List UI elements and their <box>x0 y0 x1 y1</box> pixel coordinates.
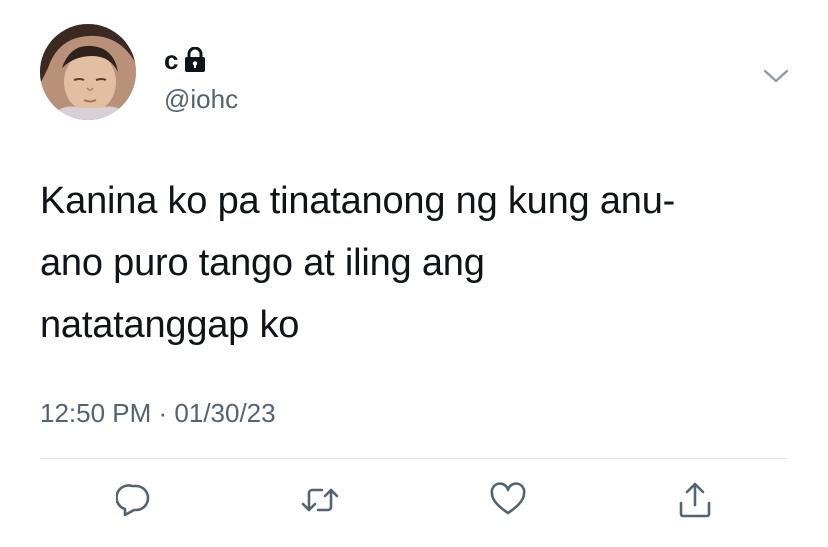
reply-button[interactable] <box>112 478 156 522</box>
divider <box>40 458 788 459</box>
display-name[interactable]: c <box>164 46 178 74</box>
retweet-icon <box>301 488 339 512</box>
avatar-image <box>40 24 136 120</box>
share-upload-icon <box>679 482 711 518</box>
heart-icon <box>490 482 526 515</box>
tweet-text-line: natatanggap ko <box>40 304 300 346</box>
tweet-text: Kanina ko pa tinatanong ng kung anu- ano… <box>40 170 800 356</box>
lock-icon <box>184 46 206 73</box>
like-button[interactable] <box>486 478 530 522</box>
more-options-chevron-down-icon[interactable] <box>762 66 790 86</box>
avatar[interactable] <box>40 24 136 120</box>
retweet-button[interactable] <box>298 478 342 522</box>
share-button[interactable] <box>673 478 717 522</box>
user-handle[interactable]: @iohc <box>164 84 238 114</box>
tweet-text-line: Kanina ko pa tinatanong ng kung anu- <box>40 180 676 222</box>
tweet-text-line: ano puro tango at iling ang <box>40 242 485 284</box>
comment-bubble-icon <box>116 484 150 517</box>
tweet-timestamp[interactable]: 12:50 PM · 01/30/23 <box>40 398 276 428</box>
action-bar <box>0 478 828 528</box>
display-name-row: c <box>164 46 206 74</box>
